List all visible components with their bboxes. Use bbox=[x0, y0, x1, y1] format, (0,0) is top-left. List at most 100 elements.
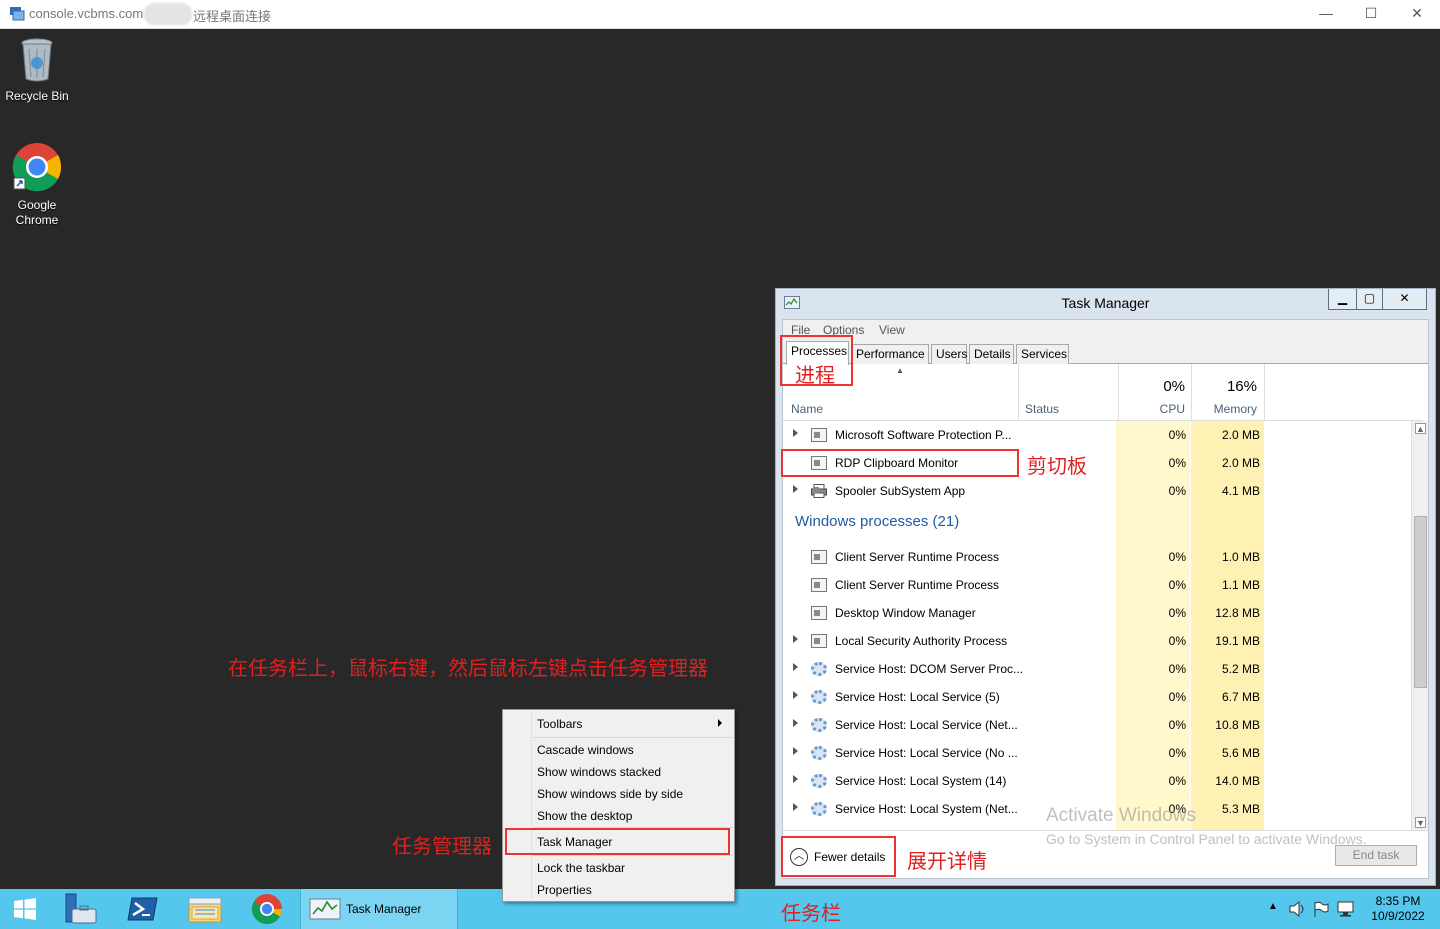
column-status[interactable]: Status bbox=[1025, 402, 1059, 416]
process-memory: 10.8 MB bbox=[1215, 718, 1260, 732]
sort-up-icon: ▲ bbox=[896, 366, 904, 375]
desktop-icon-google-chrome[interactable]: Google Chrome bbox=[0, 142, 74, 228]
tab-users[interactable]: Users bbox=[931, 344, 967, 364]
process-cpu: 0% bbox=[1168, 662, 1186, 676]
process-memory: 2.0 MB bbox=[1221, 428, 1260, 442]
process-row[interactable]: Service Host: DCOM Server Proc... 0% 5.2 M… bbox=[783, 655, 1264, 683]
window-controls: ▁ ▢ ✕ bbox=[1328, 289, 1427, 310]
menu-item-show-windows-stacked[interactable]: Show windows stacked bbox=[537, 765, 661, 779]
process-cpu: 0% bbox=[1168, 578, 1186, 592]
app-window-icon bbox=[811, 428, 827, 442]
column-memory[interactable]: Memory bbox=[1191, 402, 1257, 416]
rdp-maximize-button[interactable]: ☐ bbox=[1348, 2, 1394, 26]
process-row[interactable]: Local Security Authority Process 0% 19.1 M… bbox=[783, 627, 1264, 655]
scroll-down-arrow-icon[interactable]: ▼ bbox=[1415, 817, 1426, 828]
task-manager-title-bar[interactable]: Task Manager ▁ ▢ ✕ bbox=[776, 289, 1435, 317]
annotation-box-clipboard bbox=[781, 449, 1019, 477]
task-manager-body: File Options View Processes Performance … bbox=[782, 319, 1429, 879]
process-row[interactable]: Service Host: Local System (14) 0% 14.0 MB bbox=[783, 767, 1264, 795]
process-list: Microsoft Software Protection P... 0% 2.0 … bbox=[783, 421, 1413, 830]
process-name: Desktop Window Manager bbox=[835, 606, 976, 620]
process-row[interactable]: Desktop Window Manager 0% 12.8 MB bbox=[783, 599, 1264, 627]
taskbar-task-manager[interactable]: Task Manager bbox=[300, 889, 458, 929]
process-row[interactable]: Microsoft Software Protection P... 0% 2.0 … bbox=[783, 421, 1264, 449]
process-row[interactable]: Client Server Runtime Process 0% 1.1 MB bbox=[783, 571, 1264, 599]
column-divider bbox=[1018, 364, 1019, 421]
process-name: Service Host: Local System (14) bbox=[835, 774, 1007, 788]
annotation-taskbar: 任务栏 bbox=[781, 903, 841, 925]
server-manager-icon bbox=[65, 893, 97, 924]
group-header-windows-processes[interactable]: Windows processes (21) bbox=[795, 513, 959, 530]
process-memory: 12.8 MB bbox=[1215, 606, 1260, 620]
process-row[interactable]: Service Host: Local Service (Net... 0% 10.… bbox=[783, 711, 1264, 739]
process-row[interactable]: Spooler SubSystem App 0% 4.1 MB bbox=[783, 477, 1264, 505]
process-row[interactable]: Service Host: Local Service (5) 0% 6.7 MB bbox=[783, 683, 1264, 711]
annotation-task-manager: 任务管理器 bbox=[392, 836, 492, 858]
remote-desktop-icon bbox=[10, 7, 25, 21]
process-row[interactable]: Client Server Runtime Process 0% 1.0 MB bbox=[783, 543, 1264, 571]
menu-item-cascade-windows[interactable]: Cascade windows bbox=[537, 743, 634, 757]
app-window-icon bbox=[811, 606, 827, 620]
service-gear-icon bbox=[811, 690, 827, 704]
expand-arrow-icon[interactable] bbox=[793, 691, 798, 699]
taskbar-powershell[interactable] bbox=[113, 889, 173, 929]
recycle-bin-icon bbox=[21, 38, 53, 82]
rdp-minimize-button[interactable]: — bbox=[1303, 2, 1349, 26]
menu-view[interactable]: View bbox=[879, 323, 905, 337]
system-clock[interactable]: 8:35 PM 10/9/2022 bbox=[1360, 894, 1436, 924]
tm-close-button[interactable]: ✕ bbox=[1382, 289, 1426, 309]
menu-item-toolbars[interactable]: Toolbars bbox=[537, 717, 582, 731]
service-gear-icon bbox=[811, 774, 827, 788]
process-memory: 19.1 MB bbox=[1215, 634, 1260, 648]
tm-maximize-button[interactable]: ▢ bbox=[1356, 289, 1382, 309]
expand-arrow-icon[interactable] bbox=[793, 803, 798, 811]
rdp-close-button[interactable]: ✕ bbox=[1394, 2, 1440, 26]
annotation-clipboard: 剪切板 bbox=[1027, 456, 1087, 478]
process-row[interactable]: Service Host: Local Service (No ... 0% 5.6… bbox=[783, 739, 1264, 767]
clock-time: 8:35 PM bbox=[1375, 894, 1421, 908]
menu-item-show-windows-side-by-side[interactable]: Show windows side by side bbox=[537, 787, 683, 801]
tab-details[interactable]: Details bbox=[969, 344, 1014, 364]
tab-performance[interactable]: Performance bbox=[851, 344, 929, 364]
expand-arrow-icon[interactable] bbox=[793, 747, 798, 755]
process-cpu: 0% bbox=[1168, 484, 1186, 498]
expand-arrow-icon[interactable] bbox=[793, 429, 798, 437]
memory-total-percent: 16% bbox=[1226, 378, 1257, 395]
chrome-icon bbox=[12, 143, 62, 192]
activate-windows-subtitle: Go to System in Control Panel to activat… bbox=[1046, 831, 1367, 847]
expand-arrow-icon[interactable] bbox=[793, 485, 798, 493]
expand-arrow-icon[interactable] bbox=[793, 635, 798, 643]
show-hidden-icons-icon[interactable]: ▲ bbox=[1268, 901, 1278, 912]
menu-gutter bbox=[531, 712, 532, 899]
tm-minimize-button[interactable]: ▁ bbox=[1329, 289, 1356, 309]
process-name: Client Server Runtime Process bbox=[835, 550, 1000, 564]
expand-arrow-icon[interactable] bbox=[793, 719, 798, 727]
expand-arrow-icon[interactable] bbox=[793, 663, 798, 671]
speaker-icon[interactable] bbox=[1288, 900, 1308, 918]
taskbar-server-manager[interactable] bbox=[50, 889, 110, 929]
taskbar-file-explorer[interactable] bbox=[175, 889, 235, 929]
desktop-icon-recycle-bin[interactable]: Recycle Bin bbox=[0, 37, 74, 104]
menu-item-properties[interactable]: Properties bbox=[537, 883, 592, 897]
column-name[interactable]: Name bbox=[791, 402, 823, 416]
scroll-up-arrow-icon[interactable]: ▲ bbox=[1415, 423, 1426, 434]
service-gear-icon bbox=[811, 746, 827, 760]
process-cpu: 0% bbox=[1168, 428, 1186, 442]
end-task-button[interactable]: End task bbox=[1335, 845, 1417, 866]
expand-arrow-icon[interactable] bbox=[793, 775, 798, 783]
action-center-flag-icon[interactable] bbox=[1312, 900, 1330, 918]
service-gear-icon bbox=[811, 802, 827, 816]
vertical-scrollbar[interactable]: ▲ ▼ bbox=[1411, 421, 1428, 830]
process-memory: 5.6 MB bbox=[1221, 746, 1260, 760]
column-cpu[interactable]: CPU bbox=[1121, 402, 1185, 416]
app-window-icon bbox=[811, 578, 827, 592]
menu-item-show-the-desktop[interactable]: Show the desktop bbox=[537, 809, 632, 823]
scroll-thumb[interactable] bbox=[1414, 516, 1427, 688]
taskbar-chrome[interactable] bbox=[237, 889, 297, 929]
network-icon[interactable] bbox=[1336, 900, 1356, 918]
task-manager-window[interactable]: Task Manager ▁ ▢ ✕ File Options View Pro… bbox=[775, 288, 1436, 886]
process-name: Service Host: Local Service (Net... bbox=[835, 718, 1018, 732]
rdp-host: console.vcbms.com bbox=[29, 6, 144, 21]
tab-services[interactable]: Services bbox=[1016, 344, 1069, 364]
menu-item-lock-the-taskbar[interactable]: Lock the taskbar bbox=[537, 861, 625, 875]
